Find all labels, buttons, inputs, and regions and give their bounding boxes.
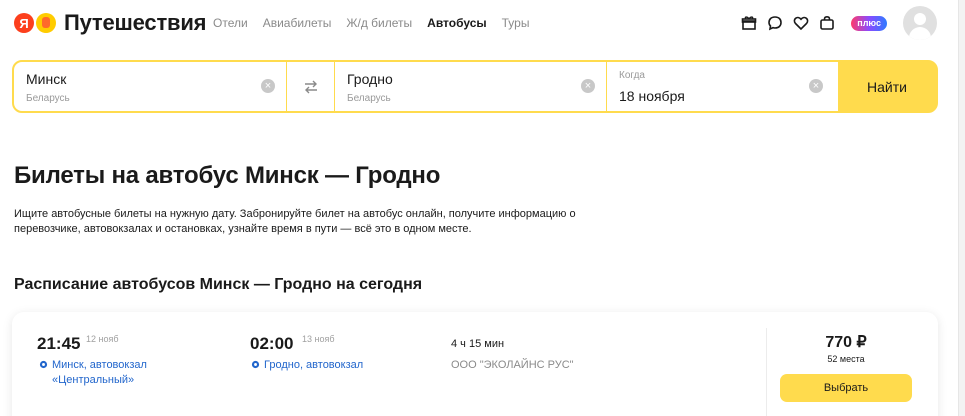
from-field[interactable]: Минск Беларусь ×: [14, 62, 286, 111]
departure-time: 21:45: [37, 334, 81, 353]
seats-available: 52 места: [827, 354, 865, 364]
clear-icon[interactable]: ×: [581, 79, 595, 93]
arrival-station-label: Гродно, автовокзал: [264, 359, 364, 371]
price: 770 ₽: [825, 334, 867, 351]
nav-trains[interactable]: Ж/д билеты: [346, 16, 412, 30]
nav-hotels[interactable]: Отели: [213, 16, 248, 30]
avatar[interactable]: [903, 6, 937, 40]
from-value: Минск: [26, 71, 67, 87]
carrier-name: ООО "ЭКОЛАЙНС РУС": [451, 359, 574, 371]
page-title: Билеты на автобус Минск — Гродно: [14, 162, 441, 189]
date-field[interactable]: Когда 18 ноября ×: [607, 62, 838, 111]
header: Я Путешествия Отели Авиабилеты Ж/д билет…: [0, 0, 965, 48]
trip-duration: 4 ч 15 мин: [451, 338, 505, 350]
nav-flights[interactable]: Авиабилеты: [263, 16, 332, 30]
date-label: Когда: [619, 70, 645, 81]
to-field[interactable]: Гродно Беларусь ×: [335, 62, 606, 111]
gift-icon[interactable]: [739, 13, 759, 33]
bag-icon[interactable]: [817, 13, 837, 33]
nav-tours[interactable]: Туры: [502, 16, 530, 30]
scrollbar[interactable]: [958, 0, 965, 416]
nav-buses[interactable]: Автобусы: [427, 16, 486, 30]
arrival-time: 02:00: [250, 334, 294, 353]
page-description: Ищите автобусные билеты на нужную дату. …: [14, 208, 576, 235]
to-country: Беларусь: [347, 93, 391, 104]
arrival-station[interactable]: Гродно, автовокзал: [251, 358, 431, 373]
swap-icon: [304, 80, 317, 93]
arrival-date: 13 нояб: [302, 334, 335, 344]
departure-station[interactable]: Минск, автовокзал «Центральный»: [39, 358, 209, 388]
departure-station-label: Минск, автовокзал «Центральный»: [52, 359, 147, 386]
date-value: 18 ноября: [619, 88, 685, 104]
divider: [766, 328, 767, 416]
map-pin-icon: [251, 360, 260, 369]
clear-icon[interactable]: ×: [809, 79, 823, 93]
heart-icon[interactable]: [791, 13, 811, 33]
trip-card: 21:45 12 нояб Минск, автовокзал «Централ…: [12, 312, 938, 416]
yandex-logo-icon: Я: [14, 13, 34, 33]
header-actions: плюс: [733, 6, 937, 40]
schedule-title: Расписание автобусов Минск — Гродно на с…: [14, 276, 423, 293]
main-nav: Отели Авиабилеты Ж/д билеты Автобусы Тур…: [213, 16, 544, 30]
clear-icon[interactable]: ×: [261, 79, 275, 93]
departure-date: 12 нояб: [86, 334, 119, 344]
from-country: Беларусь: [26, 93, 70, 104]
plus-badge[interactable]: плюс: [851, 15, 887, 31]
select-trip-button[interactable]: Выбрать: [780, 374, 912, 402]
logo-text: Путешествия: [64, 10, 207, 35]
swap-button[interactable]: [287, 62, 334, 111]
chat-icon[interactable]: [765, 13, 785, 33]
travel-logo-icon: [36, 13, 56, 33]
to-value: Гродно: [347, 71, 393, 87]
logo[interactable]: Я Путешествия: [14, 9, 207, 37]
map-pin-icon: [39, 360, 48, 369]
search-form: Минск Беларусь × Гродно Беларусь × Когда…: [12, 60, 938, 113]
find-button[interactable]: Найти: [838, 62, 936, 111]
